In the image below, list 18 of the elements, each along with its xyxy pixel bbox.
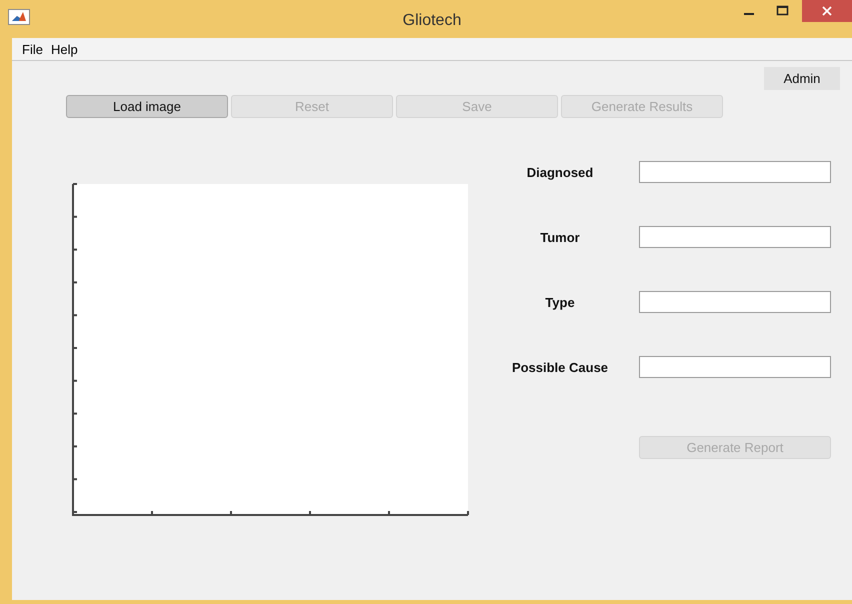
input-field[interactable] [639, 226, 831, 248]
input-field[interactable] [639, 291, 831, 313]
close-icon [821, 5, 833, 17]
admin-button[interactable]: Admin [764, 67, 840, 90]
input-field[interactable] [639, 161, 831, 183]
maximize-icon [776, 5, 790, 17]
field-label: Diagnosed [526, 164, 594, 180]
toolbar-button[interactable]: Load image [66, 95, 228, 118]
input-field[interactable] [639, 356, 831, 378]
minimize-icon [744, 13, 754, 15]
field-label: Possible Cause [510, 360, 610, 374]
app-icon [8, 9, 30, 25]
menu-item[interactable]: Help [50, 42, 78, 56]
close-button[interactable] [802, 0, 852, 22]
window-title: Gliotech [402, 12, 462, 30]
field-label: Type [544, 294, 576, 310]
field-label: Tumor [539, 230, 581, 244]
menu-item[interactable]: File [22, 42, 43, 56]
